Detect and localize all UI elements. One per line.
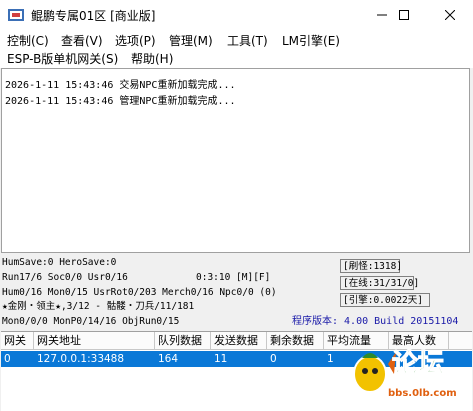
- table-cell: 0: [4, 353, 11, 365]
- online-box: [在线:31/31/0]: [340, 276, 419, 290]
- status-counts: Hum0/16 Mon0/15 UsrRot0/203 Merch0/16 Np…: [2, 287, 277, 298]
- menu-lm-engine[interactable]: LM引擎(E): [282, 33, 340, 49]
- column-header[interactable]: 网关地址: [34, 332, 155, 350]
- menu-manage[interactable]: 管理(M): [169, 33, 213, 49]
- window-title: 鲲鹏专属01区 [商业版]: [31, 9, 156, 23]
- log-line: 2026-1-11 15:43:46 管理NPC重新加载完成...: [5, 96, 236, 107]
- column-header[interactable]: 队列数据: [155, 332, 211, 350]
- watermark-url: bbs.0lb.com: [388, 388, 457, 399]
- column-header[interactable]: 发送数据: [211, 332, 267, 350]
- maximize-icon: [399, 10, 409, 20]
- program-version: 程序版本: 4.00 Build 20151104: [292, 316, 459, 327]
- menu-tools[interactable]: 工具(T): [227, 33, 268, 49]
- refresh-monster-box: [刷怪:1318]: [340, 259, 402, 273]
- status-boss: ★金刚・领主★,3/12 - 骷髅・刀兵/11/181: [2, 301, 195, 312]
- table-cell: 164: [158, 353, 179, 365]
- status-run: Run17/6 Soc0/0 Usr0/16: [2, 272, 128, 283]
- app-icon: [8, 9, 24, 21]
- close-button[interactable]: [427, 0, 473, 30]
- gateway-window: 鲲鹏专属01区 [商业版] 控制(C) 查看(V) 选项(P) 管理(M) 工具…: [0, 0, 473, 411]
- log-line: 2026-1-11 15:43:46 交易NPC重新加载完成...: [5, 80, 236, 91]
- watermark-text: 论坛: [391, 349, 445, 380]
- table-cell: 11: [214, 353, 228, 365]
- log-panel[interactable]: 2026-1-11 15:43:46 交易NPC重新加载完成... 2026-1…: [1, 68, 470, 253]
- table-cell: 127.0.0.1:33488: [37, 353, 125, 365]
- title-bar: 鲲鹏专属01区 [商业版]: [0, 0, 473, 30]
- menu-control[interactable]: 控制(C): [7, 33, 49, 49]
- engine-box: [引擎:0.0022天]: [340, 293, 430, 307]
- maximize-button[interactable]: [381, 0, 427, 30]
- menu-options[interactable]: 选项(P): [115, 33, 156, 49]
- menu-help[interactable]: 帮助(H): [131, 51, 173, 67]
- close-icon: [445, 10, 455, 20]
- status-uptime: 0:3:10 [M][F]: [196, 272, 271, 283]
- menu-esp-gateway[interactable]: ESP-B版单机网关(S): [7, 51, 118, 67]
- column-header[interactable]: 剩余数据: [267, 332, 324, 350]
- menu-view[interactable]: 查看(V): [61, 33, 103, 49]
- status-save: HumSave:0 HeroSave:0: [2, 257, 117, 268]
- table-cell: 0: [270, 353, 277, 365]
- menu-bar: 控制(C) 查看(V) 选项(P) 管理(M) 工具(T) LM引擎(E) ES…: [0, 30, 473, 68]
- status-monsters: Mon0/0/0 MonP0/14/16 ObjRun0/15: [2, 316, 180, 327]
- column-header[interactable]: 网关: [1, 332, 34, 350]
